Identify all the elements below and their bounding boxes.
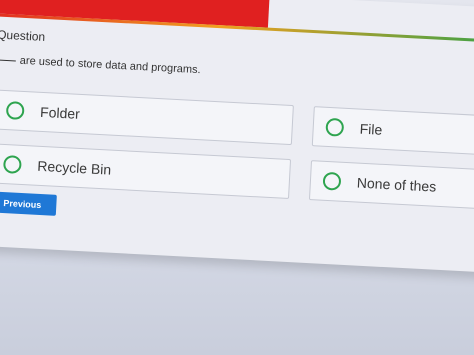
radio-icon[interactable] (2, 155, 22, 174)
answer-option-label: None of thes (356, 174, 437, 195)
radio-icon[interactable] (322, 171, 342, 191)
previous-button[interactable]: Previous (0, 191, 57, 216)
radio-icon[interactable] (325, 117, 345, 137)
answer-option-label: Recycle Bin (36, 157, 112, 178)
radio-icon[interactable] (5, 101, 25, 121)
answer-option-recycle-bin[interactable]: Recycle Bin (0, 143, 292, 199)
answer-option-label: Folder (39, 103, 81, 122)
answer-option-folder[interactable]: Folder (0, 89, 294, 146)
answer-blank (0, 59, 16, 62)
answer-option-file[interactable]: File (311, 106, 474, 156)
screen: Question are used to store data and prog… (0, 0, 474, 355)
question-heading: Question (0, 27, 46, 45)
question-text: are used to store data and programs. (19, 54, 201, 77)
answer-option-none[interactable]: None of thes (308, 160, 474, 209)
quiz-card: Question are used to store data and prog… (0, 0, 474, 274)
answer-option-label: File (359, 120, 383, 138)
question-prompt: are used to store data and programs. (0, 54, 201, 77)
